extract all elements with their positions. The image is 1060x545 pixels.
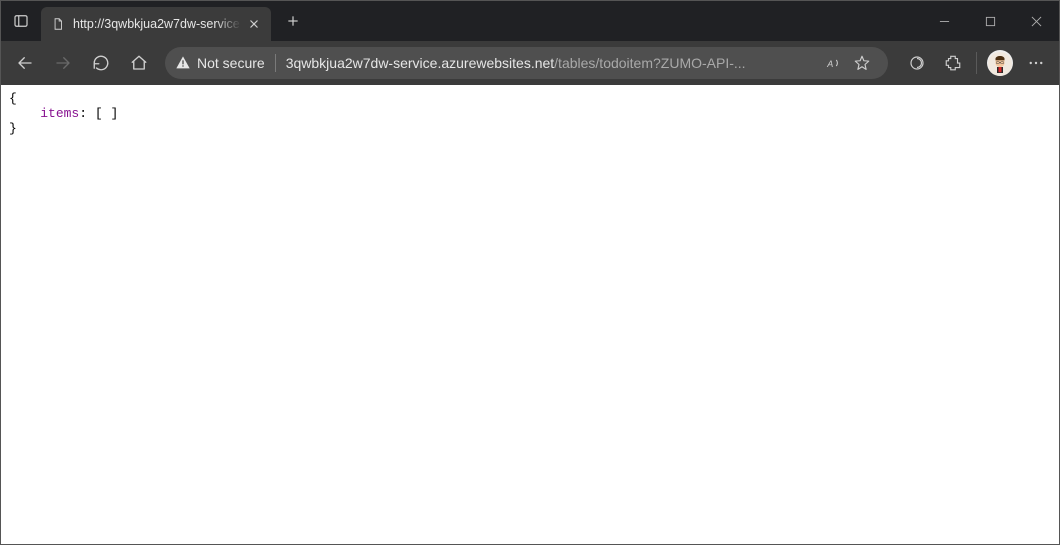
read-aloud-icon[interactable]: A bbox=[820, 47, 848, 79]
close-tab-icon[interactable] bbox=[247, 17, 261, 31]
home-button[interactable] bbox=[121, 45, 157, 81]
favorites-icon[interactable] bbox=[848, 47, 876, 79]
document-icon bbox=[51, 17, 65, 31]
address-separator bbox=[275, 54, 276, 72]
toolbar: Not secure 3qwbkjua2w7dw-service.azurewe… bbox=[1, 41, 1059, 85]
maximize-button[interactable] bbox=[967, 1, 1013, 41]
address-bar[interactable]: Not secure 3qwbkjua2w7dw-service.azurewe… bbox=[165, 47, 888, 79]
toolbar-right bbox=[900, 45, 1053, 81]
json-line-1: { bbox=[9, 91, 17, 106]
security-warning-icon bbox=[175, 55, 191, 71]
refresh-button[interactable] bbox=[83, 45, 119, 81]
window-controls bbox=[921, 1, 1059, 41]
url-host: 3qwbkjua2w7dw-service.azurewebsites.net bbox=[286, 55, 554, 71]
bing-button[interactable] bbox=[900, 45, 934, 81]
svg-text:A: A bbox=[826, 59, 833, 69]
json-line-2-rest: : [ ] bbox=[79, 106, 118, 121]
profile-avatar[interactable] bbox=[987, 50, 1013, 76]
settings-menu-button[interactable] bbox=[1019, 45, 1053, 81]
url-display: 3qwbkjua2w7dw-service.azurewebsites.net/… bbox=[286, 55, 820, 71]
tab-strip-left: http://3qwbkjua2w7dw-service.a bbox=[1, 1, 309, 41]
close-window-button[interactable] bbox=[1013, 1, 1059, 41]
minimize-button[interactable] bbox=[921, 1, 967, 41]
tab-title: http://3qwbkjua2w7dw-service.a bbox=[73, 17, 241, 31]
json-key-items: items bbox=[40, 106, 79, 121]
tab-strip: http://3qwbkjua2w7dw-service.a bbox=[1, 1, 1059, 41]
back-button[interactable] bbox=[7, 45, 43, 81]
json-line-3: } bbox=[9, 121, 17, 136]
toolbar-divider bbox=[976, 52, 977, 74]
forward-button[interactable] bbox=[45, 45, 81, 81]
tab-actions-button[interactable] bbox=[1, 1, 41, 41]
extensions-icon[interactable] bbox=[936, 45, 970, 81]
browser-tab[interactable]: http://3qwbkjua2w7dw-service.a bbox=[41, 7, 271, 41]
new-tab-button[interactable] bbox=[277, 5, 309, 37]
security-label: Not secure bbox=[197, 55, 265, 71]
page-content: { items: [ ] } bbox=[1, 85, 1059, 544]
url-path: /tables/todoitem?ZUMO-API-... bbox=[554, 55, 745, 71]
